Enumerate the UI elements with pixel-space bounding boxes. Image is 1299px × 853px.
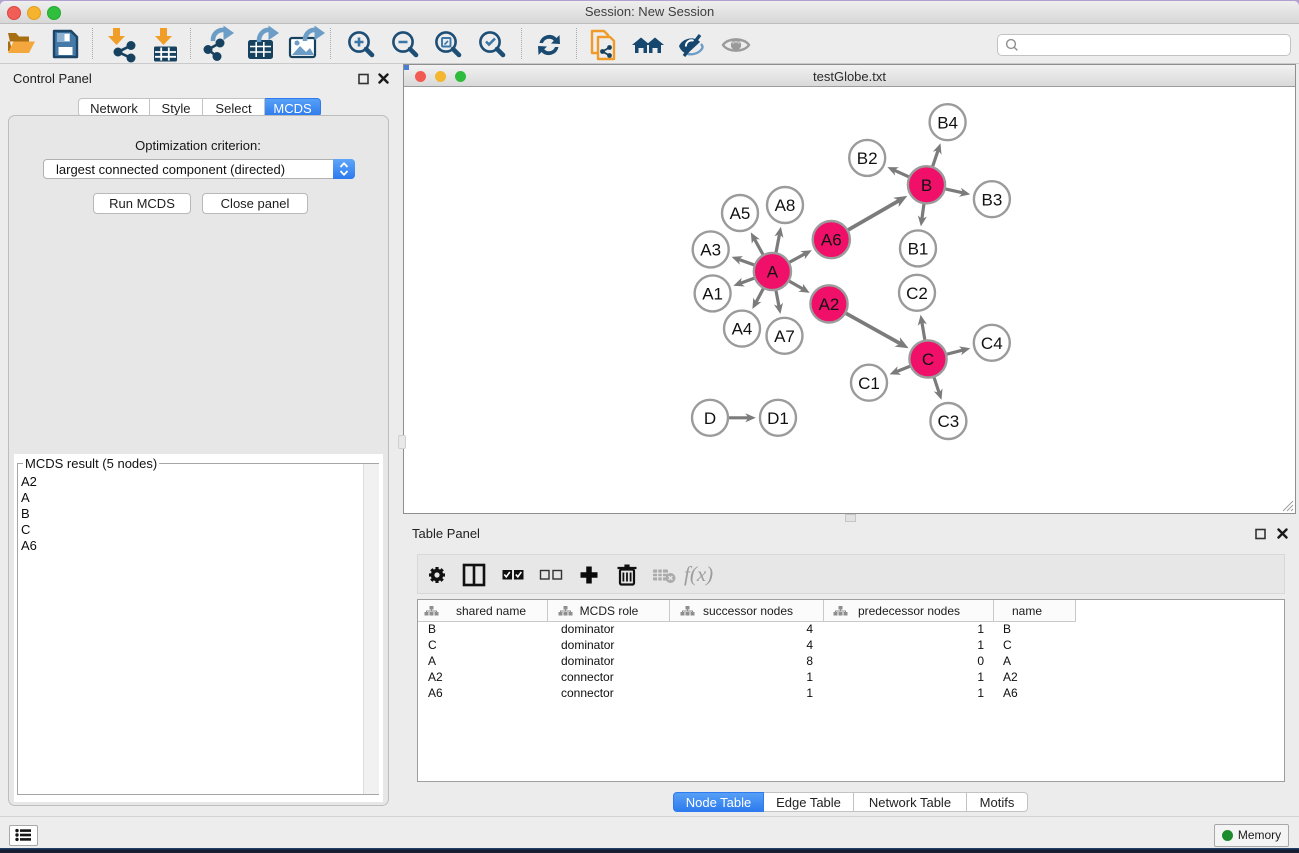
svg-text:1: 1 xyxy=(977,622,984,636)
svg-text:D: D xyxy=(704,409,716,428)
svg-text:shared name: shared name xyxy=(456,604,526,618)
svg-text:1: 1 xyxy=(977,686,984,700)
svg-text:connector: connector xyxy=(561,670,614,684)
svg-text:1: 1 xyxy=(806,670,813,684)
svg-text:A3: A3 xyxy=(700,241,721,260)
svg-text:A: A xyxy=(428,654,436,668)
svg-text:A2: A2 xyxy=(819,295,840,314)
svg-text:A: A xyxy=(767,263,779,282)
svg-text:f(x): f(x) xyxy=(684,562,713,586)
svg-text:B: B xyxy=(1003,622,1011,636)
svg-text:B: B xyxy=(428,622,436,636)
svg-text:A6: A6 xyxy=(428,686,443,700)
svg-text:C3: C3 xyxy=(938,412,960,431)
svg-text:C: C xyxy=(922,350,934,369)
svg-text:connector: connector xyxy=(561,686,614,700)
svg-text:A7: A7 xyxy=(774,327,795,346)
svg-text:C4: C4 xyxy=(981,334,1003,353)
svg-text:B2: B2 xyxy=(857,149,878,168)
svg-text:4: 4 xyxy=(806,622,813,636)
svg-text:A2: A2 xyxy=(1003,670,1018,684)
svg-text:A5: A5 xyxy=(730,204,751,223)
svg-text:C1: C1 xyxy=(858,374,880,393)
svg-text:B: B xyxy=(921,176,932,195)
svg-text:A6: A6 xyxy=(1003,686,1018,700)
svg-text:C: C xyxy=(428,638,437,652)
svg-text:1: 1 xyxy=(806,686,813,700)
svg-text:0: 0 xyxy=(977,654,984,668)
svg-text:A4: A4 xyxy=(732,320,753,339)
svg-text:D1: D1 xyxy=(767,409,789,428)
svg-text:A: A xyxy=(1003,654,1011,668)
svg-text:dominator: dominator xyxy=(561,622,614,636)
svg-text:4: 4 xyxy=(806,638,813,652)
svg-text:A2: A2 xyxy=(428,670,443,684)
svg-text:1: 1 xyxy=(977,670,984,684)
svg-text:name: name xyxy=(1012,604,1042,618)
svg-text:8: 8 xyxy=(806,654,813,668)
svg-text:C2: C2 xyxy=(906,284,928,303)
svg-text:A6: A6 xyxy=(821,231,842,250)
svg-text:dominator: dominator xyxy=(561,654,614,668)
svg-text:MCDS role: MCDS role xyxy=(580,604,639,618)
svg-text:B1: B1 xyxy=(908,240,929,259)
svg-text:A1: A1 xyxy=(702,285,723,304)
svg-text:1: 1 xyxy=(977,638,984,652)
svg-text:B3: B3 xyxy=(982,190,1003,209)
svg-text:B4: B4 xyxy=(937,113,958,132)
svg-text:A8: A8 xyxy=(775,196,796,215)
svg-text:predecessor nodes: predecessor nodes xyxy=(858,604,960,618)
svg-text:successor nodes: successor nodes xyxy=(703,604,793,618)
svg-text:dominator: dominator xyxy=(561,638,614,652)
svg-text:C: C xyxy=(1003,638,1012,652)
